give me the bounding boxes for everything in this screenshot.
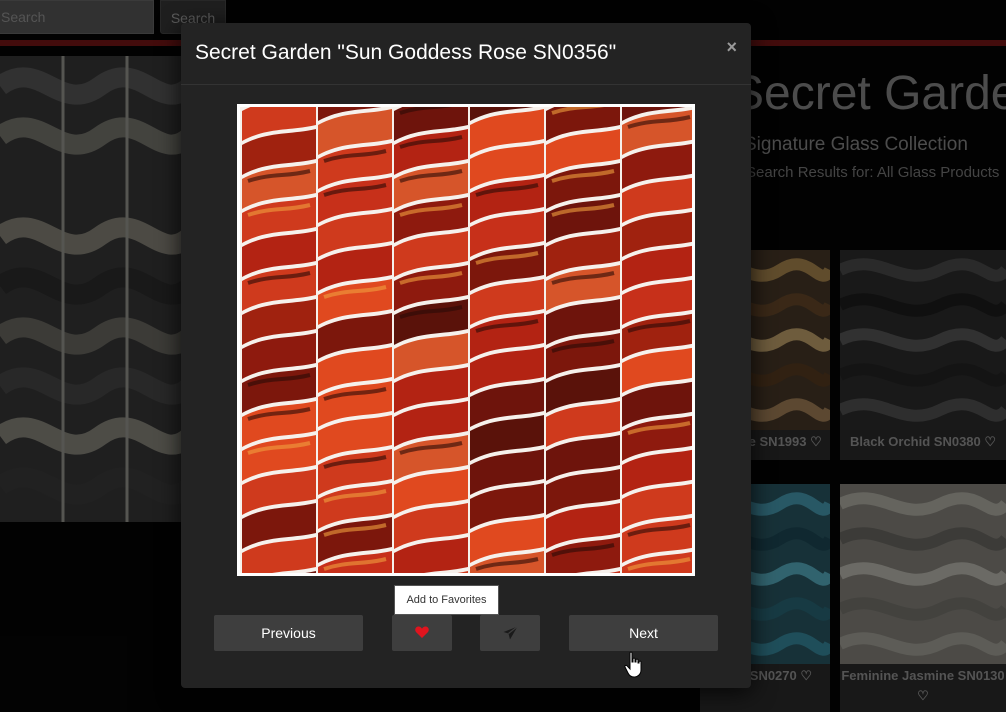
product-image — [237, 104, 695, 576]
close-icon[interactable]: × — [726, 37, 737, 58]
favorites-tooltip: Add to Favorites — [394, 585, 499, 615]
modal-title: Secret Garden "Sun Goddess Rose SN0356" — [195, 41, 617, 64]
product-modal: Secret Garden "Sun Goddess Rose SN0356" … — [181, 23, 751, 688]
heart-icon — [415, 626, 429, 638]
hand-cursor-icon — [624, 651, 642, 678]
modal-header: Secret Garden "Sun Goddess Rose SN0356" … — [181, 23, 751, 85]
add-favorite-button[interactable] — [392, 615, 452, 651]
previous-button[interactable]: Previous — [214, 615, 363, 651]
page: Search Search Secret Garden Signature G — [0, 0, 1006, 712]
next-button[interactable]: Next — [569, 615, 718, 651]
send-icon — [503, 626, 518, 640]
share-button[interactable] — [480, 615, 540, 651]
product-mosaic — [240, 107, 692, 573]
